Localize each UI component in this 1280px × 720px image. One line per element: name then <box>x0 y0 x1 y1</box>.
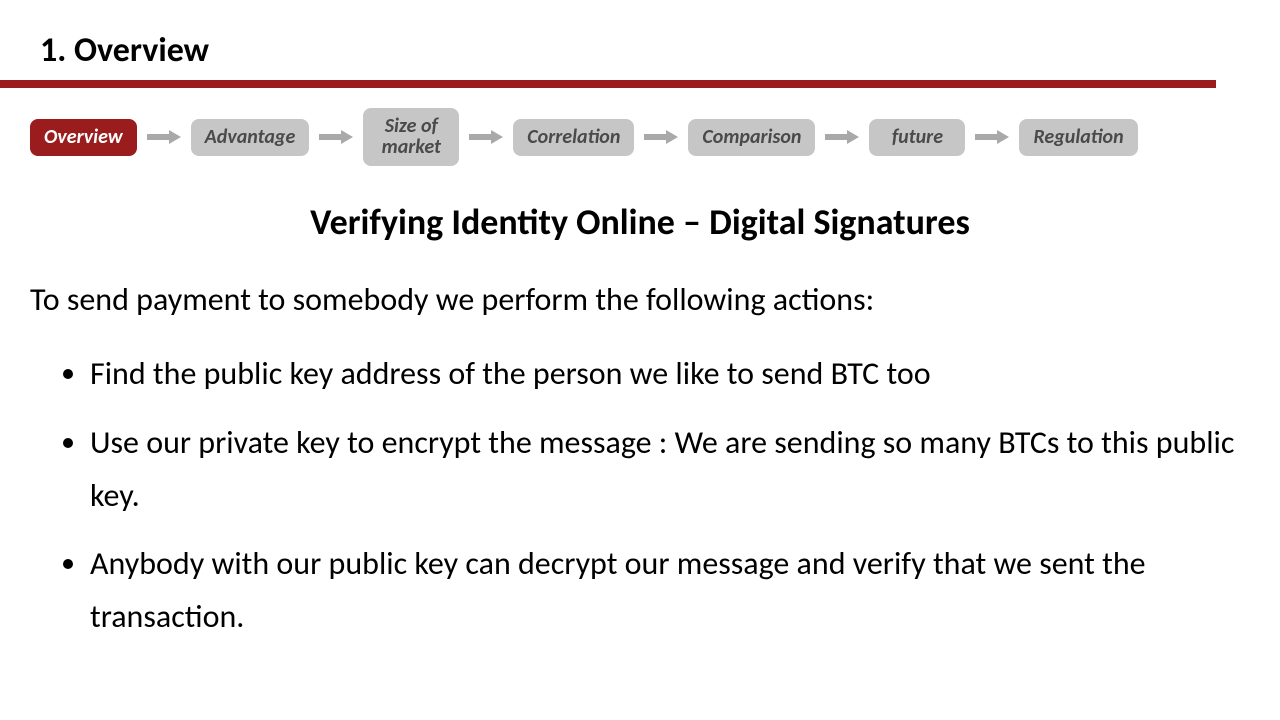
intro-text: To send payment to somebody we perform t… <box>30 280 874 320</box>
list-item: Anybody with our public key can decrypt … <box>90 538 1240 644</box>
arrow-right-icon <box>644 130 678 144</box>
accent-bar <box>0 80 1216 88</box>
nav-item-future[interactable]: future <box>869 119 965 156</box>
breadcrumb-nav: Overview Advantage Size of market Correl… <box>30 108 1138 166</box>
arrow-right-icon <box>825 130 859 144</box>
nav-item-overview[interactable]: Overview <box>30 119 137 156</box>
nav-item-size-of-market[interactable]: Size of market <box>363 108 459 166</box>
section-title: 1. Overview <box>40 30 209 71</box>
slide: 1. Overview Overview Advantage Size of m… <box>0 0 1280 720</box>
list-item: Find the public key address of the perso… <box>90 348 1240 401</box>
nav-item-correlation[interactable]: Correlation <box>513 119 634 156</box>
nav-item-comparison[interactable]: Comparison <box>688 119 815 156</box>
arrow-right-icon <box>147 130 181 144</box>
arrow-right-icon <box>975 130 1009 144</box>
nav-item-advantage[interactable]: Advantage <box>191 119 310 156</box>
arrow-right-icon <box>319 130 353 144</box>
list-item: Use our private key to encrypt the messa… <box>90 417 1240 523</box>
arrow-right-icon <box>469 130 503 144</box>
bullet-list: Find the public key address of the perso… <box>50 348 1240 660</box>
content-title: Verifying Identity Online – Digital Sign… <box>0 200 1280 244</box>
nav-item-regulation[interactable]: Regulation <box>1019 119 1137 156</box>
